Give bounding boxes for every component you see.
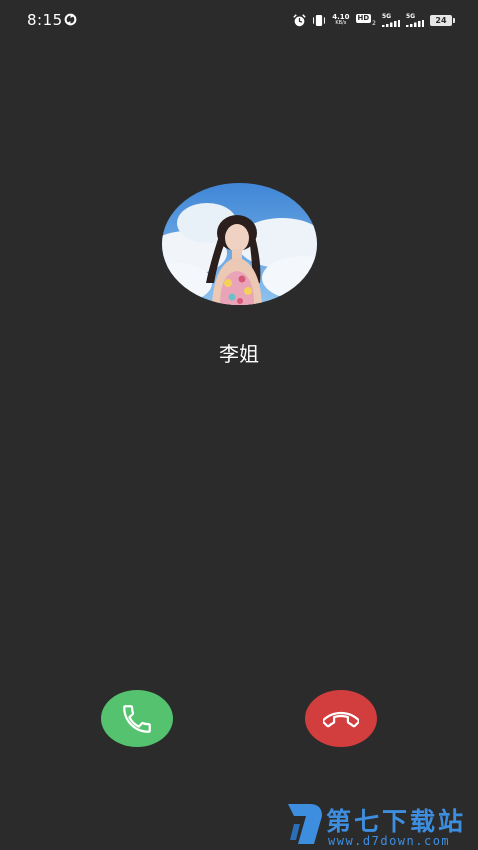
d7-logo-icon [288,804,322,844]
signal-icon [382,19,400,27]
battery-icon: 24 [430,14,455,26]
phone-hangup-icon [323,711,359,727]
signal-icon [406,19,424,27]
hd-indicator: HD 2 [355,13,376,27]
vibrate-icon [313,14,326,26]
watermark-title: 第七下载站 [326,807,467,836]
phone-icon [123,704,151,733]
hd-badge: HD [355,13,372,23]
alarm-icon [293,13,306,26]
watermark-url: www.d7down.com [328,834,451,848]
sim1-signal: 5G [382,13,400,27]
answer-call-button[interactable] [101,690,173,747]
decline-call-button[interactable] [305,690,377,747]
status-bar: 8:15 4.10 KB/s HD 2 5G 5G 24 [0,0,478,40]
status-time: 8:15 [27,11,63,29]
net-speed-unit: KB/s [335,20,347,26]
sim2-signal: 5G [406,13,424,27]
avatar-photo [162,183,317,305]
hd-sub: 2 [372,19,376,27]
status-icons: 4.10 KB/s HD 2 5G 5G 24 [293,13,455,27]
caller-avatar [162,183,317,305]
battery-level: 24 [435,15,447,25]
sync-icon [64,13,77,26]
watermark: 第七下载站 www.d7down.com [282,798,478,850]
caller-name: 李姐 [219,342,259,366]
net-speed: 4.10 KB/s [332,14,349,27]
